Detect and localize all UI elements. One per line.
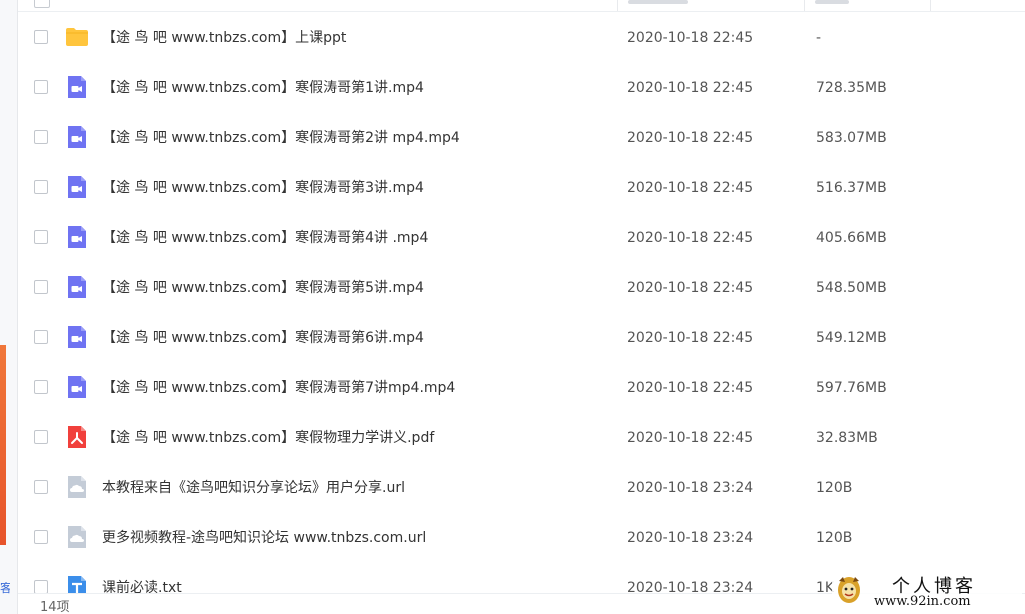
modified-date: 2020-10-18 22:45 (627, 430, 754, 446)
row-checkbox[interactable] (34, 180, 48, 194)
video-file-icon (65, 175, 89, 199)
file-row[interactable]: 【途 鸟 吧 www.tnbzs.com】寒假涛哥第1讲.mp4 2020-10-… (18, 63, 1025, 113)
column-divider[interactable] (617, 0, 618, 11)
row-checkbox[interactable] (34, 30, 48, 44)
file-size: 120B (816, 530, 853, 546)
row-checkbox[interactable] (34, 80, 48, 94)
side-panel-edge: 客 (0, 0, 18, 614)
file-row[interactable]: 【途 鸟 吧 www.tnbzs.com】寒假物理力学讲义.pdf 2020-10… (18, 413, 1025, 463)
modified-date: 2020-10-18 22:45 (627, 130, 754, 146)
file-name[interactable]: 【途 鸟 吧 www.tnbzs.com】寒假涛哥第3讲.mp4 (102, 163, 424, 213)
size-column-header[interactable] (815, 0, 849, 4)
file-name[interactable]: 【途 鸟 吧 www.tnbzs.com】寒假涛哥第5讲.mp4 (102, 263, 424, 313)
row-checkbox[interactable] (34, 580, 48, 594)
column-divider[interactable] (804, 0, 805, 11)
video-file-icon (65, 375, 89, 399)
file-name[interactable]: 【途 鸟 吧 www.tnbzs.com】寒假涛哥第6讲.mp4 (102, 313, 424, 363)
modified-date: 2020-10-18 22:45 (627, 330, 754, 346)
file-name[interactable]: 【途 鸟 吧 www.tnbzs.com】寒假涛哥第7讲mp4.mp4 (102, 363, 455, 413)
file-row[interactable]: 【途 鸟 吧 www.tnbzs.com】寒假涛哥第5讲.mp4 2020-10-… (18, 263, 1025, 313)
file-row[interactable]: 本教程来自《途鸟吧知识分享论坛》用户分享.url 2020-10-18 23:24… (18, 463, 1025, 513)
file-size: 549.12MB (816, 330, 887, 346)
file-size: 583.07MB (816, 130, 887, 146)
file-size: 516.37MB (816, 180, 887, 196)
side-panel-edge-text: 客 (0, 582, 10, 595)
file-manager-window: 客 【途 鸟 吧 www.tnbzs.com】上课ppt 2020-10-18 2… (0, 0, 1025, 614)
row-checkbox[interactable] (34, 530, 48, 544)
date-column-header[interactable] (628, 0, 688, 4)
item-count: 14项 (40, 600, 70, 614)
file-size: 405.66MB (816, 230, 887, 246)
row-checkbox[interactable] (34, 380, 48, 394)
file-row[interactable]: 【途 鸟 吧 www.tnbzs.com】寒假涛哥第3讲.mp4 2020-10-… (18, 163, 1025, 213)
video-file-icon (65, 275, 89, 299)
pdf-file-icon (65, 425, 89, 449)
file-size: 728.35MB (816, 80, 887, 96)
modified-date: 2020-10-18 22:45 (627, 80, 754, 96)
modified-date: 2020-10-18 22:45 (627, 180, 754, 196)
file-size: 120B (816, 480, 853, 496)
file-name[interactable]: 本教程来自《途鸟吧知识分享论坛》用户分享.url (102, 463, 405, 513)
file-row[interactable]: 【途 鸟 吧 www.tnbzs.com】寒假涛哥第6讲.mp4 2020-10-… (18, 313, 1025, 363)
video-file-icon (65, 325, 89, 349)
file-size: 548.50MB (816, 280, 887, 296)
video-file-icon (65, 125, 89, 149)
file-name[interactable]: 【途 鸟 吧 www.tnbzs.com】寒假涛哥第2讲 mp4.mp4 (102, 113, 460, 163)
column-divider[interactable] (930, 0, 931, 11)
file-name[interactable]: 【途 鸟 吧 www.tnbzs.com】寒假涛哥第4讲 .mp4 (102, 213, 428, 263)
modified-date: 2020-10-18 23:24 (627, 530, 754, 546)
file-name[interactable]: 【途 鸟 吧 www.tnbzs.com】上课ppt (102, 13, 346, 63)
modified-date: 2020-10-18 22:45 (627, 280, 754, 296)
row-checkbox[interactable] (34, 280, 48, 294)
file-list: 【途 鸟 吧 www.tnbzs.com】上课ppt 2020-10-18 22:… (18, 13, 1025, 613)
modified-date: 2020-10-18 22:45 (627, 30, 754, 46)
site-watermark: 个人博客 www.92in.com (832, 572, 1022, 612)
row-checkbox[interactable] (34, 230, 48, 244)
file-list-header (18, 0, 1025, 12)
file-name[interactable]: 【途 鸟 吧 www.tnbzs.com】寒假物理力学讲义.pdf (102, 413, 434, 463)
file-row[interactable]: 【途 鸟 吧 www.tnbzs.com】寒假涛哥第2讲 mp4.mp4 2020… (18, 113, 1025, 163)
row-checkbox[interactable] (34, 480, 48, 494)
modified-date: 2020-10-18 22:45 (627, 230, 754, 246)
select-all-checkbox[interactable] (34, 0, 50, 8)
row-checkbox[interactable] (34, 430, 48, 444)
modified-date: 2020-10-18 22:45 (627, 380, 754, 396)
file-name[interactable]: 【途 鸟 吧 www.tnbzs.com】寒假涛哥第1讲.mp4 (102, 63, 424, 113)
file-name[interactable]: 更多视频教程-途鸟吧知识论坛 www.tnbzs.com.url (102, 513, 426, 563)
file-row[interactable]: 更多视频教程-途鸟吧知识论坛 www.tnbzs.com.url 2020-10-… (18, 513, 1025, 563)
file-size: 32.83MB (816, 430, 878, 446)
file-row[interactable]: 【途 鸟 吧 www.tnbzs.com】上课ppt 2020-10-18 22:… (18, 13, 1025, 63)
file-row[interactable]: 【途 鸟 吧 www.tnbzs.com】寒假涛哥第7讲mp4.mp4 2020-… (18, 363, 1025, 413)
url-file-icon (65, 525, 89, 549)
video-file-icon (65, 75, 89, 99)
watermark-url: www.92in.com (874, 594, 971, 609)
url-file-icon (65, 475, 89, 499)
row-checkbox[interactable] (34, 130, 48, 144)
side-panel-banner (0, 345, 6, 545)
folder-icon (65, 25, 89, 49)
file-size: 597.76MB (816, 380, 887, 396)
file-row[interactable]: 【途 鸟 吧 www.tnbzs.com】寒假涛哥第4讲 .mp4 2020-10… (18, 213, 1025, 263)
file-size: - (816, 30, 822, 46)
row-checkbox[interactable] (34, 330, 48, 344)
modified-date: 2020-10-18 23:24 (627, 480, 754, 496)
watermark-logo (838, 577, 860, 603)
video-file-icon (65, 225, 89, 249)
